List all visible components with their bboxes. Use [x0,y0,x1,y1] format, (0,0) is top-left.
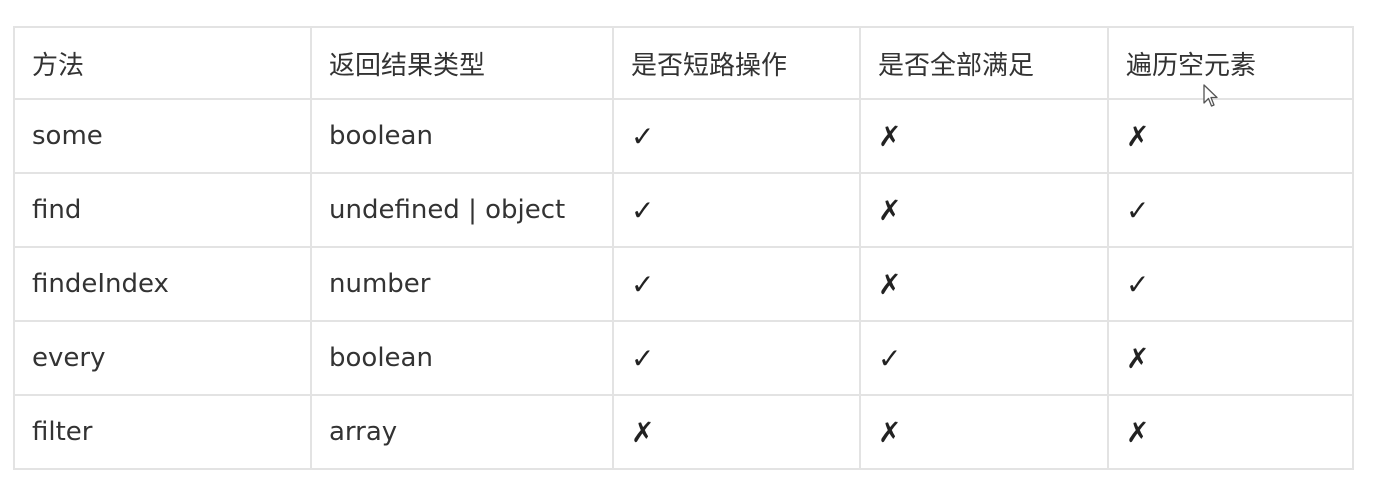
table-row: filter array ✗ ✗ ✗ [13,394,1354,470]
table-row: find undefined | object ✓ ✗ ✓ [13,172,1354,248]
method-cell: findeIndex [13,246,312,322]
method-cell: find [13,172,312,248]
short-circuit-cell: ✓ [612,320,861,396]
header-short-circuit: 是否短路操作 [612,26,861,100]
table-row: some boolean ✓ ✗ ✗ [13,98,1354,174]
return-type-cell: boolean [310,320,614,396]
short-circuit-cell: ✓ [612,172,861,248]
table-row: findeIndex number ✓ ✗ ✓ [13,246,1354,322]
return-type-cell: array [310,394,614,470]
iterate-empty-cell: ✗ [1107,98,1354,174]
all-satisfied-cell: ✗ [859,172,1109,248]
header-return-type: 返回结果类型 [310,26,614,100]
iterate-empty-cell: ✓ [1107,246,1354,322]
return-type-cell: undefined | object [310,172,614,248]
header-all-satisfied: 是否全部满足 [859,26,1109,100]
short-circuit-cell: ✗ [612,394,861,470]
table-header-row: 方法 返回结果类型 是否短路操作 是否全部满足 遍历空元素 [13,26,1354,100]
return-type-cell: boolean [310,98,614,174]
short-circuit-cell: ✓ [612,98,861,174]
all-satisfied-cell: ✗ [859,394,1109,470]
all-satisfied-cell: ✗ [859,246,1109,322]
method-cell: filter [13,394,312,470]
arrow-pointer-icon [1203,84,1218,107]
method-cell: every [13,320,312,396]
array-methods-comparison-table: 方法 返回结果类型 是否短路操作 是否全部满足 遍历空元素 some boole… [13,26,1354,470]
header-method: 方法 [13,26,312,100]
table-row: every boolean ✓ ✓ ✗ [13,320,1354,396]
short-circuit-cell: ✓ [612,246,861,322]
method-cell: some [13,98,312,174]
return-type-cell: number [310,246,614,322]
iterate-empty-cell: ✗ [1107,320,1354,396]
comparison-table-container: 方法 返回结果类型 是否短路操作 是否全部满足 遍历空元素 some boole… [13,26,1354,470]
iterate-empty-cell: ✓ [1107,172,1354,248]
all-satisfied-cell: ✗ [859,98,1109,174]
iterate-empty-cell: ✗ [1107,394,1354,470]
header-iterate-empty: 遍历空元素 [1107,26,1354,100]
all-satisfied-cell: ✓ [859,320,1109,396]
